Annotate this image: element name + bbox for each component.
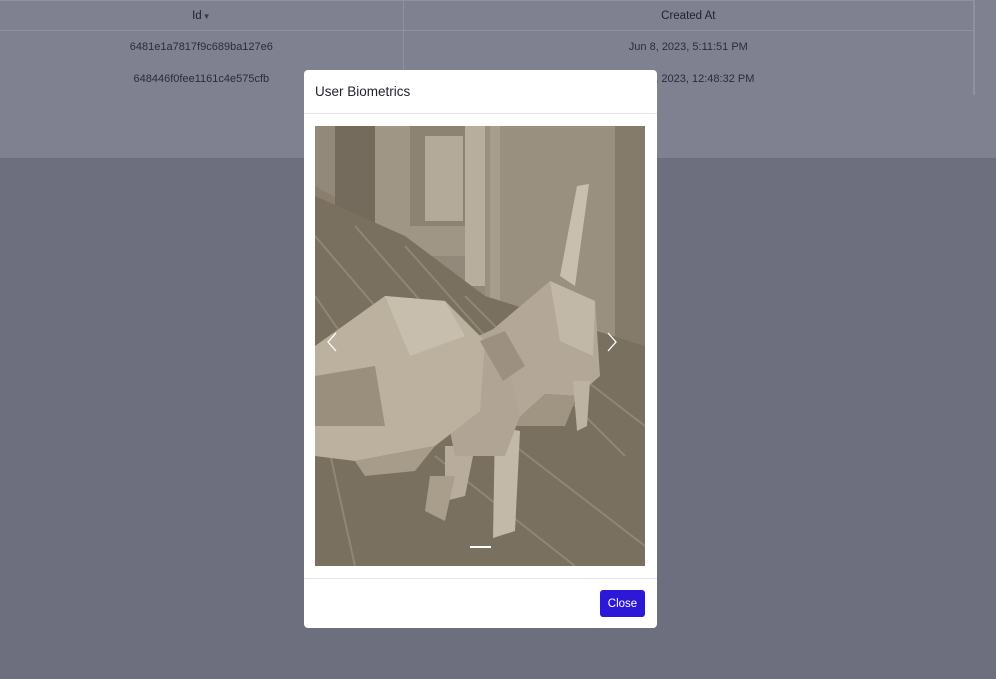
column-header-label: Id [192, 9, 202, 22]
table-header-row: Id▼ Created At [0, 0, 975, 31]
chevron-left-icon [327, 332, 337, 352]
column-header-label: Created At [661, 9, 716, 22]
carousel-prev-button[interactable] [325, 331, 355, 361]
cell-created-at: Jun 8, 2023, 5:11:51 PM [403, 30, 975, 63]
modal-footer: Close [304, 578, 657, 628]
carousel-next-button[interactable] [605, 331, 635, 361]
sort-ascending-icon[interactable]: ▼ [203, 12, 211, 21]
biometrics-carousel[interactable] [315, 126, 645, 566]
biometric-image [315, 126, 645, 566]
modal-title: User Biometrics [315, 84, 411, 99]
table-row[interactable]: 6481e1a7817f9c689ba127e6 Jun 8, 2023, 5:… [0, 30, 975, 63]
chevron-right-icon [607, 332, 617, 352]
modal-header: User Biometrics [304, 70, 657, 114]
biometrics-modal: User Biometrics Close [304, 70, 657, 628]
cell-id: 6481e1a7817f9c689ba127e6 [0, 30, 404, 63]
close-button[interactable]: Close [600, 590, 645, 617]
column-header-id[interactable]: Id▼ [0, 0, 404, 31]
column-header-created-at[interactable]: Created At [403, 0, 975, 31]
carousel-indicator[interactable] [470, 546, 491, 548]
table-border [974, 0, 975, 95]
